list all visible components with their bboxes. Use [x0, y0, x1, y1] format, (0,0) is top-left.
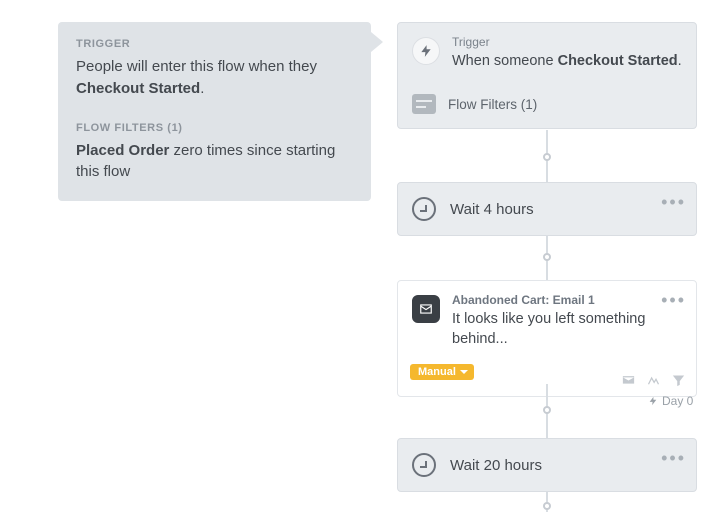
connector-dot: [543, 153, 551, 161]
card-menu-button[interactable]: •••: [661, 449, 686, 467]
connector-dot: [543, 253, 551, 261]
ab-test-icon[interactable]: [646, 373, 661, 388]
day-label: Day 0: [648, 394, 693, 408]
chevron-down-icon: [460, 370, 468, 374]
email-card[interactable]: Abandoned Cart: Email 1 It looks like yo…: [397, 280, 697, 397]
wait-card-2[interactable]: Wait 20 hours •••: [397, 438, 697, 492]
clock-icon: [412, 453, 436, 477]
connector-dot: [543, 406, 551, 414]
filters-section-label: FLOW FILTERS (1): [76, 122, 353, 134]
mail-icon: [412, 295, 440, 323]
flow-filters-row[interactable]: Flow Filters (1): [398, 83, 696, 126]
clock-icon: [412, 197, 436, 221]
trigger-section-text: People will enter this flow when they Ch…: [76, 56, 353, 100]
wait-card-1[interactable]: Wait 4 hours •••: [397, 182, 697, 236]
trigger-card-label: Trigger: [452, 35, 682, 49]
wait-text: Wait 20 hours: [450, 457, 542, 474]
trigger-card[interactable]: Trigger When someone Checkout Started. F…: [397, 22, 697, 129]
filters-icon: [412, 94, 436, 114]
email-title: Abandoned Cart: Email 1: [452, 293, 682, 307]
bolt-icon: [412, 37, 440, 65]
manual-badge[interactable]: Manual: [410, 364, 474, 380]
wait-text: Wait 4 hours: [450, 201, 534, 218]
trigger-section-label: TRIGGER: [76, 38, 353, 50]
connector-dot: [543, 502, 551, 510]
funnel-icon[interactable]: [671, 373, 686, 388]
email-body: It looks like you left something behind.…: [452, 309, 682, 350]
email-footer-icons: [621, 373, 686, 388]
trigger-card-text: When someone Checkout Started.: [452, 51, 682, 71]
flow-info-card: TRIGGER People will enter this flow when…: [58, 22, 371, 201]
flow-filters-label: Flow Filters (1): [448, 97, 537, 112]
card-menu-button[interactable]: •••: [661, 193, 686, 211]
card-menu-button[interactable]: •••: [661, 291, 686, 309]
mail-status-icon[interactable]: [621, 373, 636, 388]
bolt-icon: [648, 396, 658, 406]
filters-section-text: Placed Order zero times since starting t…: [76, 140, 353, 184]
